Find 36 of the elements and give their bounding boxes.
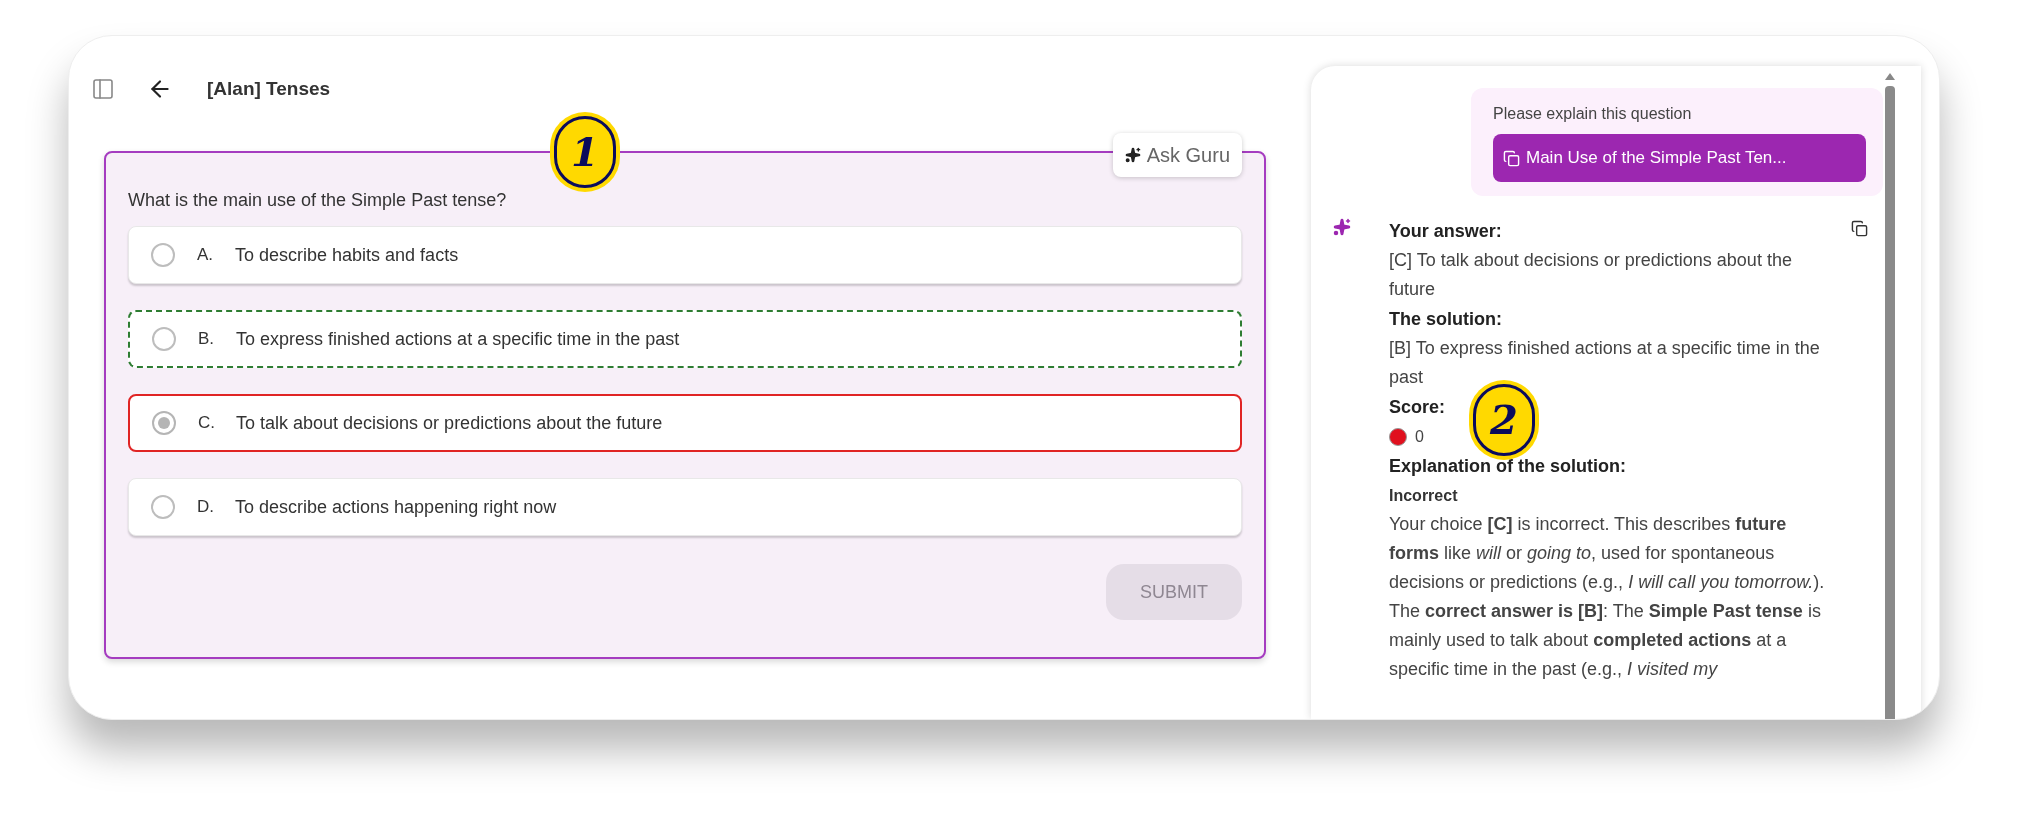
- sparkle-icon: [1124, 147, 1141, 163]
- radio-button[interactable]: [152, 411, 176, 435]
- ai-sparkle-icon: [1333, 218, 1351, 236]
- explanation-paragraph: Your choice [C] is incorrect. This describes future forms like will or going to, used for spontaneous decisions or predictions (e.g., I will call you tomorrow.).: [1389, 513, 1826, 594]
- answer-text: [C] To talk about decisions or predictions about the future: [1389, 249, 1793, 301]
- ask-guru-button[interactable]: Ask Guru: [1112, 133, 1242, 177]
- option-text: To describe actions happening right now: [235, 495, 557, 519]
- option-letter: B.: [198, 328, 216, 351]
- explanation-paragraph: The correct answer is [B]: The Simple Past tense is mainly used to talk about completed actions at a specific time in the past (e.g., I visited my: [1389, 600, 1822, 681]
- radio-button[interactable]: [151, 495, 175, 519]
- option-text: To talk about decisions or predictions about the future: [236, 411, 663, 435]
- answer-option[interactable]: A. To describe habits and facts: [128, 226, 1242, 284]
- copy-icon: [1503, 149, 1520, 167]
- solution-heading: The solution:: [1389, 308, 1503, 331]
- radio-button[interactable]: [152, 327, 176, 351]
- score-heading: Score:: [1389, 396, 1446, 419]
- request-text: Please explain this question: [1493, 104, 1693, 124]
- option-text: To describe habits and facts: [235, 243, 459, 267]
- question-chip[interactable]: Main Use of the Simple Past Ten...: [1493, 134, 1866, 182]
- copy-icon[interactable]: [1851, 220, 1868, 237]
- option-letter: C.: [198, 412, 216, 435]
- answer-option[interactable]: B. To express finished actions at a specific time in the past: [128, 310, 1242, 368]
- answer-heading: Your answer:: [1389, 220, 1503, 243]
- answer-option[interactable]: C. To talk about decisions or predictions about the future: [128, 394, 1242, 452]
- sidebar-toggle-icon[interactable]: [91, 77, 115, 101]
- explanation-heading: Explanation of the solution:: [1389, 455, 1627, 478]
- verdict-text: Incorrect: [1389, 486, 1459, 506]
- question-text: What is the main use of the Simple Past tense?: [128, 189, 508, 212]
- score-value: 0: [1415, 426, 1424, 447]
- page-title: [Alan] Tenses: [207, 76, 331, 101]
- option-text: To express finished actions at a specific time in the past: [236, 327, 680, 351]
- scroll-up-icon[interactable]: [1885, 72, 1895, 80]
- option-letter: D.: [197, 496, 215, 519]
- option-letter: A.: [197, 244, 215, 267]
- radio-button[interactable]: [151, 243, 175, 267]
- answer-option[interactable]: D. To describe actions happening right now: [128, 478, 1242, 536]
